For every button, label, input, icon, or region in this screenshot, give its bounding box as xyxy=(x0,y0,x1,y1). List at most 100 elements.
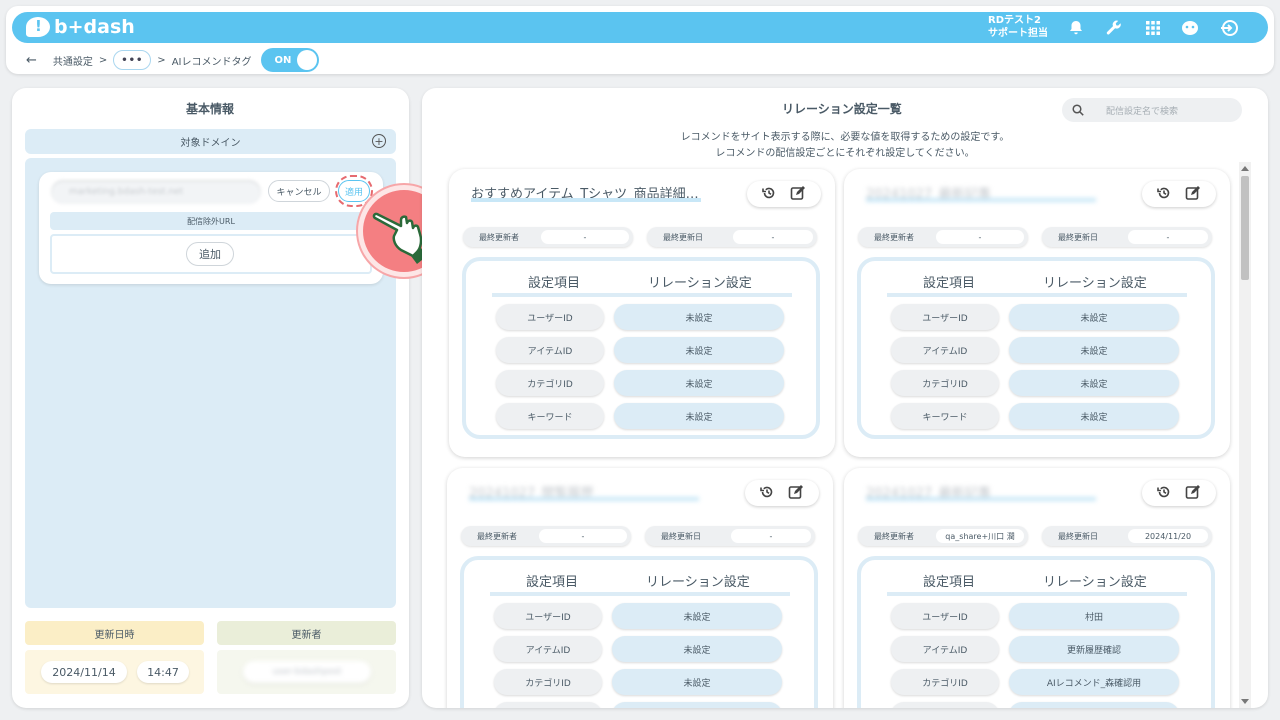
relation-value-button[interactable]: 更新履歴確認 xyxy=(1009,636,1179,662)
search-input[interactable]: 配信設定名で検索 xyxy=(1062,98,1242,122)
relation-value-button[interactable]: 未設定 xyxy=(1009,370,1179,396)
relation-value-button[interactable]: 未設定 xyxy=(1009,403,1179,429)
relation-value-button[interactable]: 未設定 xyxy=(612,636,782,662)
setting-item-label: キーワード xyxy=(891,403,999,429)
card-actions xyxy=(745,480,819,506)
user-role: サポート担当 xyxy=(988,28,1048,39)
relation-value-button[interactable]: 村田 xyxy=(1009,603,1179,629)
setting-item-label: カテゴリID xyxy=(494,669,602,695)
relation-column-header: リレーション設定 xyxy=(646,575,750,590)
relation-settings-panel: リレーション設定一覧 配信設定名で検索 レコメンドをサイト表示する際に、必要な値… xyxy=(422,88,1268,708)
relation-card: 20241027_閲覧履歴 最終更新者 - 最終更新日 - 設定項目 リレーショ… xyxy=(447,468,833,708)
breadcrumb-current: AIレコメンドタグ xyxy=(171,56,252,68)
bell-icon[interactable] xyxy=(1065,17,1087,39)
search-placeholder: 配信設定名で検索 xyxy=(1106,106,1179,117)
card-actions xyxy=(1142,181,1216,207)
description-line-2: レコメンドの配信設定ごとにそれぞれ設定してください。 xyxy=(715,148,975,159)
relation-value-button[interactable]: 未設定 xyxy=(1009,702,1179,708)
scroll-down-arrow-icon[interactable] xyxy=(1241,699,1249,704)
history-icon[interactable] xyxy=(1157,186,1171,203)
last-updater-label: 最終更新者 xyxy=(479,232,519,242)
scrollbar[interactable] xyxy=(1239,162,1251,708)
updated-date: 2024/11/14 xyxy=(41,661,127,683)
grid-icon[interactable] xyxy=(1142,17,1164,39)
relation-card-title: 20241027_最新記事 xyxy=(866,183,1096,202)
last-updated-date-value: - xyxy=(731,529,811,543)
relation-value-button[interactable]: 未設定 xyxy=(614,370,784,396)
table-header-underline xyxy=(887,592,1187,596)
edit-icon[interactable] xyxy=(790,185,806,204)
search-icon xyxy=(1072,104,1084,116)
relation-card-title: おすすめアイテム_Tシャツ_商品詳細… xyxy=(471,183,701,202)
relation-card: おすすめアイテム_Tシャツ_商品詳細… 最終更新者 - 最終更新日 - 設定項目… xyxy=(449,169,835,457)
last-updated-date-label: 最終更新日 xyxy=(663,232,703,242)
relation-card: 20241027_最新記事 最終更新者 - 最終更新日 - 設定項目 リレーショ… xyxy=(844,169,1230,457)
last-updater-value: qa_share+川口 潤 xyxy=(936,529,1024,543)
setting-item-label: キーワード xyxy=(494,702,602,708)
exclude-url-label: 配信除外URL xyxy=(50,212,372,230)
last-updater-value: - xyxy=(539,529,627,543)
history-icon[interactable] xyxy=(1157,485,1171,502)
enable-toggle[interactable]: ON xyxy=(261,48,320,72)
table-header-underline xyxy=(492,293,792,297)
logout-icon[interactable] xyxy=(1218,17,1240,39)
breadcrumb-common-settings[interactable]: 共通設定 xyxy=(53,53,93,68)
setting-item-label: キーワード xyxy=(891,702,999,708)
add-exclude-url-button[interactable]: 追加 xyxy=(186,242,234,266)
relation-value-button[interactable]: 未設定 xyxy=(612,702,782,708)
domain-input[interactable]: marketing.bdash-test.net xyxy=(51,180,261,204)
card-actions xyxy=(1142,480,1216,506)
breadcrumb-separator: > xyxy=(98,54,108,66)
last-updater-value: - xyxy=(936,230,1024,244)
edit-icon[interactable] xyxy=(788,484,804,503)
setting-item-label: アイテムID xyxy=(496,337,604,363)
relation-settings-title: リレーション設定一覧 xyxy=(778,102,906,120)
relation-value-button[interactable]: 未設定 xyxy=(614,403,784,429)
scroll-up-arrow-icon[interactable] xyxy=(1241,166,1249,171)
last-updater-label: 最終更新者 xyxy=(874,232,914,242)
setting-item-column-header: 設定項目 xyxy=(526,575,579,590)
user-info[interactable]: RDテスト2 サポート担当 xyxy=(988,14,1048,40)
updated-by-body: user-bdashpost xyxy=(217,650,396,694)
card-actions xyxy=(747,181,821,207)
last-updated-date-label: 最終更新日 xyxy=(1058,531,1098,541)
last-updated-date: 最終更新日 2024/11/20 xyxy=(1042,526,1212,546)
scroll-thumb[interactable] xyxy=(1241,176,1249,280)
target-domain-label: 対象ドメイン xyxy=(180,138,241,149)
relation-settings-table: 設定項目 リレーション設定 ユーザーID 村田 アイテムID 更新履歴確認 カテゴリID… xyxy=(857,556,1215,708)
history-icon[interactable] xyxy=(760,485,774,502)
back-arrow-icon[interactable]: ← xyxy=(26,53,37,68)
history-icon[interactable] xyxy=(762,186,776,203)
toggle-knob xyxy=(297,50,318,70)
relation-card: 20241027_最新記事 最終更新者 qa_share+川口 潤 最終更新日 … xyxy=(844,468,1230,708)
add-domain-plus-icon[interactable]: + xyxy=(372,134,386,148)
relation-column-header: リレーション設定 xyxy=(1043,276,1147,291)
relation-value-button[interactable]: 未設定 xyxy=(614,304,784,330)
relation-value-button[interactable]: 未設定 xyxy=(1009,304,1179,330)
edit-icon[interactable] xyxy=(1185,484,1201,503)
setting-item-label: ユーザーID xyxy=(496,304,604,330)
relation-settings-table: 設定項目 リレーション設定 ユーザーID 未設定 アイテムID 未設定 カテゴリID 未設… xyxy=(857,257,1215,439)
support-chat-icon[interactable] xyxy=(1179,17,1201,39)
top-bar: b+dash RDテスト2 サポート担当 xyxy=(12,12,1268,43)
last-updated-date-label: 最終更新日 xyxy=(1058,232,1098,242)
relation-value-button[interactable]: 未設定 xyxy=(612,603,782,629)
last-updater: 最終更新者 - xyxy=(858,227,1028,247)
logo-icon xyxy=(26,17,50,37)
app-logo[interactable]: b+dash xyxy=(26,16,135,38)
relation-value-button[interactable]: 未設定 xyxy=(614,337,784,363)
updated-by-value: user-bdashpost xyxy=(243,661,371,683)
last-updater-value: - xyxy=(541,230,629,244)
relation-value-button[interactable]: AIレコメンド_森確認用 xyxy=(1009,669,1179,695)
wrench-icon[interactable] xyxy=(1103,17,1125,39)
relation-value-button[interactable]: 未設定 xyxy=(612,669,782,695)
updated-at-body: 2024/11/14 14:47 xyxy=(25,650,204,694)
cancel-button[interactable]: キャンセル xyxy=(268,180,330,202)
edit-icon[interactable] xyxy=(1185,185,1201,204)
relation-value-button[interactable]: 未設定 xyxy=(1009,337,1179,363)
setting-item-label: ユーザーID xyxy=(891,304,999,330)
breadcrumb-more-button[interactable]: ••• xyxy=(113,50,152,70)
domain-edit-card: marketing.bdash-test.net キャンセル 適用 配信除外UR… xyxy=(39,172,383,284)
setting-item-label: カテゴリID xyxy=(891,370,999,396)
setting-item-label: アイテムID xyxy=(891,636,999,662)
